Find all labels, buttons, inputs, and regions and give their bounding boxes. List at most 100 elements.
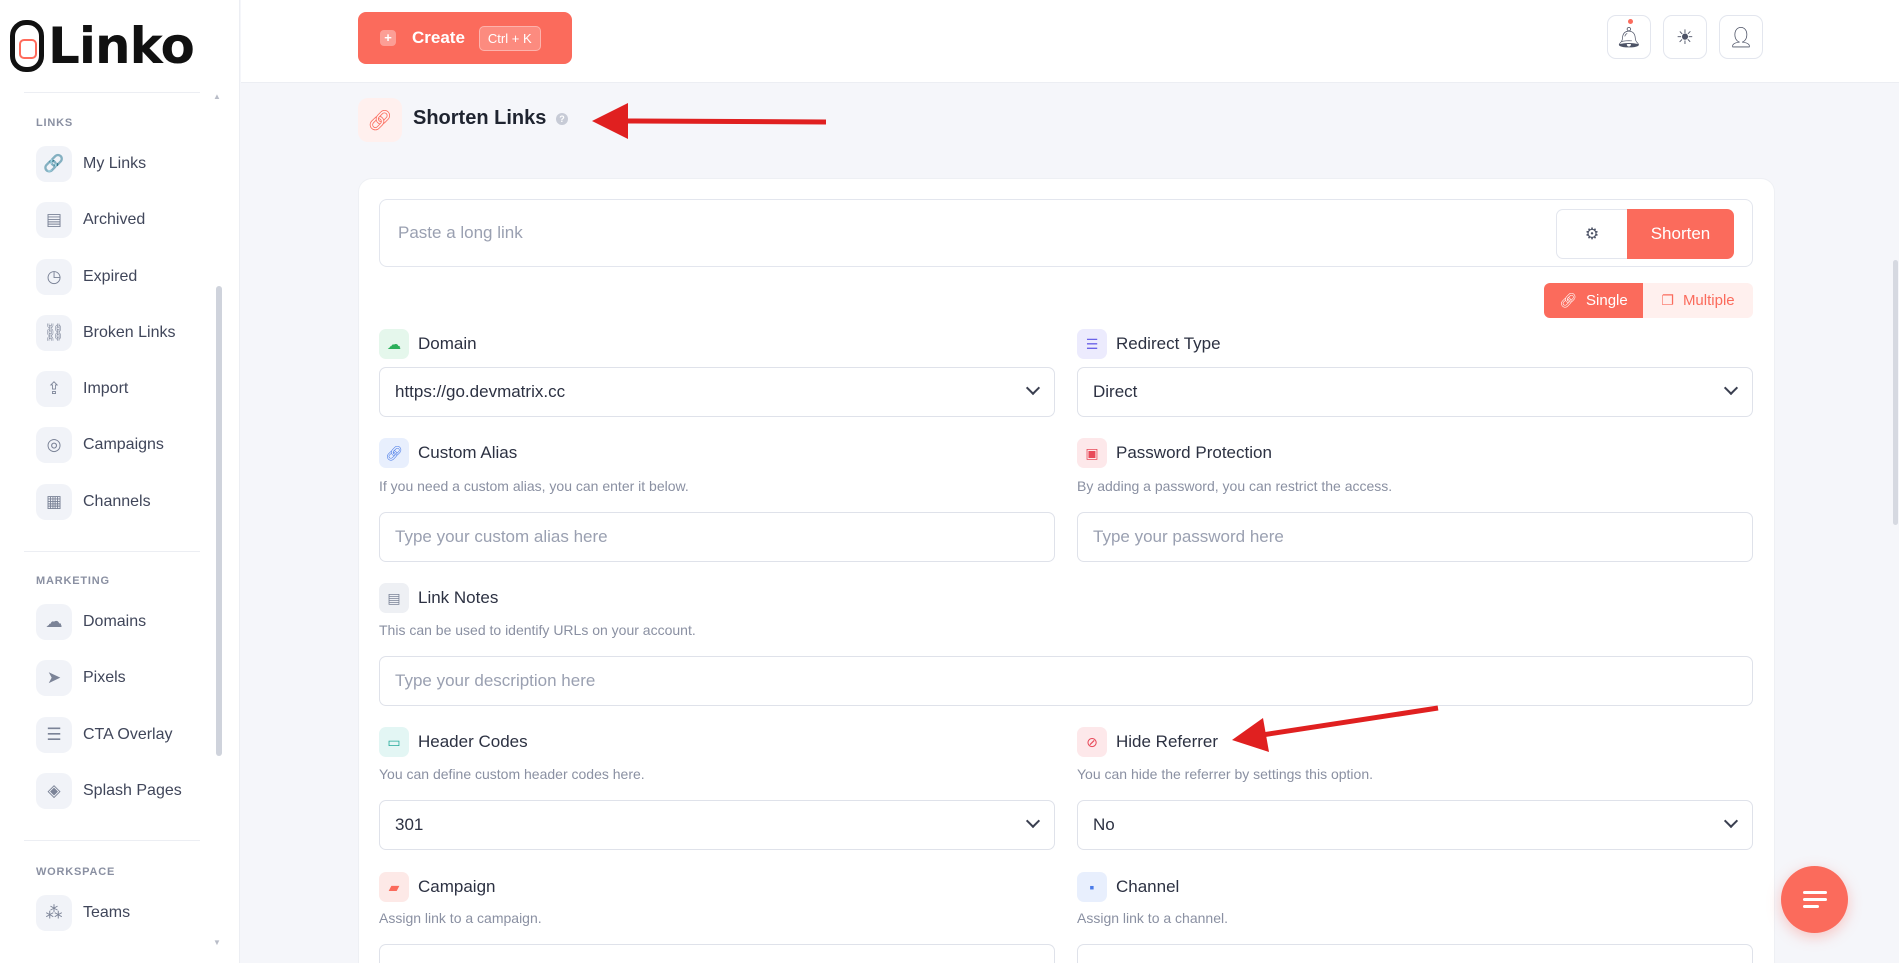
annotation-arrow-title bbox=[592, 103, 827, 139]
lock-icon: ▣ bbox=[1077, 438, 1107, 468]
plus-icon: + bbox=[380, 30, 396, 46]
header-codes-value: 301 bbox=[395, 815, 424, 834]
sidebar-item-label: Campaigns bbox=[83, 436, 164, 453]
sidebar-item-channels[interactable]: ▦ Channels bbox=[36, 482, 151, 522]
sidebar-item-label: Channels bbox=[83, 493, 151, 510]
mode-single-label: Single bbox=[1586, 292, 1628, 309]
header-codes-label-text: Header Codes bbox=[418, 732, 528, 751]
custom-alias-label-text: Custom Alias bbox=[418, 443, 518, 462]
sidebar-item-label: My Links bbox=[83, 155, 147, 172]
section-title-workspace: WORKSPACE bbox=[36, 866, 116, 878]
hide-referrer-help: You can hide the referrer by settings th… bbox=[1077, 766, 1373, 782]
link-notes-label-text: Link Notes bbox=[418, 588, 499, 607]
chevron-down-icon bbox=[1723, 813, 1739, 829]
hide-referrer-value: No bbox=[1093, 815, 1115, 834]
copy-icon: ❐ bbox=[1661, 292, 1674, 308]
logo-mark-icon bbox=[10, 20, 44, 72]
link-notes-label: ▤ Link Notes bbox=[379, 583, 498, 613]
notification-dot bbox=[1628, 19, 1633, 24]
user-icon: 👤︎ bbox=[1728, 26, 1754, 49]
password-protection-label: ▣ Password Protection bbox=[1077, 438, 1272, 468]
import-icon: ⇪ bbox=[36, 371, 72, 407]
sidebar-item-label: Import bbox=[83, 380, 129, 397]
chevron-down-icon bbox=[1723, 380, 1739, 396]
notes-icon: ▤ bbox=[379, 583, 409, 613]
channel-label-text: Channel bbox=[1116, 877, 1180, 896]
sidebar-item-pixels[interactable]: ➤ Pixels bbox=[36, 658, 126, 698]
scroll-up-arrow[interactable]: ▲ bbox=[213, 92, 221, 101]
campaign-select[interactable] bbox=[379, 944, 1055, 963]
password-help: By adding a password, you can restrict t… bbox=[1077, 478, 1393, 494]
channel-help: Assign link to a channel. bbox=[1077, 910, 1228, 926]
eye-off-icon: ⊘ bbox=[1077, 727, 1107, 757]
long-link-input[interactable] bbox=[398, 218, 1548, 248]
chevron-down-icon bbox=[1025, 380, 1041, 396]
scroll-down-arrow[interactable]: ▼ bbox=[213, 938, 221, 947]
shorten-button[interactable]: Shorten bbox=[1627, 209, 1734, 259]
sidebar-item-label: Domains bbox=[83, 613, 147, 630]
redirect-type-value: Direct bbox=[1093, 382, 1138, 401]
sidebar: Linko ▲ ▼ LINKS 🔗 My Links ▤ Archived ◷ … bbox=[0, 0, 240, 963]
menu-line bbox=[1802, 905, 1819, 908]
link-icon: 🔗︎ bbox=[358, 98, 402, 142]
custom-alias-input[interactable] bbox=[379, 512, 1055, 562]
help-icon[interactable]: ? bbox=[556, 113, 568, 125]
brand-logo[interactable]: Linko bbox=[10, 14, 195, 78]
theme-toggle-button[interactable]: ☀ bbox=[1663, 15, 1707, 59]
sidebar-divider bbox=[24, 840, 200, 841]
menu-line bbox=[1802, 898, 1827, 901]
link-icon: 🔗︎ bbox=[379, 438, 409, 468]
create-button[interactable]: + Create Ctrl + K bbox=[358, 12, 572, 64]
domain-value: https://go.devmatrix.cc bbox=[395, 382, 566, 401]
sidebar-item-label: Expired bbox=[83, 268, 138, 285]
grid-icon: ▦ bbox=[36, 484, 72, 520]
hide-referrer-select[interactable]: No bbox=[1077, 800, 1753, 850]
hide-referrer-label: ⊘ Hide Referrer bbox=[1077, 727, 1218, 757]
sidebar-item-teams[interactable]: ⁂ Teams bbox=[36, 893, 130, 933]
sidebar-item-splash-pages[interactable]: ◈ Splash Pages bbox=[36, 771, 182, 811]
sidebar-divider bbox=[24, 92, 200, 93]
sidebar-item-campaigns[interactable]: ◎ Campaigns bbox=[36, 425, 164, 465]
domain-select[interactable]: https://go.devmatrix.cc bbox=[379, 367, 1055, 417]
link-icon: 🔗︎ bbox=[1559, 292, 1578, 308]
menu-fab-button[interactable] bbox=[1781, 866, 1848, 933]
sidebar-item-my-links[interactable]: 🔗 My Links bbox=[36, 144, 146, 184]
header-codes-select[interactable]: 301 bbox=[379, 800, 1055, 850]
notifications-button[interactable]: 🔔︎ bbox=[1607, 15, 1651, 59]
link-notes-help: This can be used to identify URLs on you… bbox=[379, 622, 696, 638]
mode-multiple-button[interactable]: ❐ Multiple bbox=[1643, 283, 1753, 318]
main-scrollbar[interactable] bbox=[1893, 260, 1898, 525]
layers-icon: ◈ bbox=[36, 773, 72, 809]
mode-single-button[interactable]: 🔗︎ Single bbox=[1544, 283, 1643, 318]
create-label: Create bbox=[412, 28, 465, 47]
link-settings-button[interactable]: ⚙ bbox=[1556, 209, 1628, 259]
sidebar-item-expired[interactable]: ◷ Expired bbox=[36, 257, 137, 297]
gear-icon: ⚙ bbox=[1584, 226, 1600, 243]
brand-name: Linko bbox=[48, 17, 195, 75]
description-input[interactable] bbox=[379, 656, 1753, 706]
header-codes-label: ▭ Header Codes bbox=[379, 727, 528, 757]
hide-referrer-label-text: Hide Referrer bbox=[1116, 732, 1219, 751]
compass-icon: ➤ bbox=[36, 660, 72, 696]
password-input[interactable] bbox=[1077, 512, 1753, 562]
domain-label-text: Domain bbox=[418, 334, 477, 353]
channel-select[interactable] bbox=[1077, 944, 1753, 963]
channel-label: ▪ Channel bbox=[1077, 872, 1179, 902]
sidebar-item-cta-overlay[interactable]: ☰ CTA Overlay bbox=[36, 715, 173, 755]
sidebar-item-domains[interactable]: ☁ Domains bbox=[36, 602, 146, 642]
bell-icon: 🔔︎ bbox=[1616, 26, 1642, 49]
sidebar-item-label: Pixels bbox=[83, 669, 126, 686]
sidebar-item-label: Broken Links bbox=[83, 324, 176, 341]
sidebar-item-broken-links[interactable]: ⛓ Broken Links bbox=[36, 313, 176, 353]
sidebar-item-import[interactable]: ⇪ Import bbox=[36, 369, 128, 409]
document-icon: ☰ bbox=[36, 717, 72, 753]
sidebar-item-archived[interactable]: ▤ Archived bbox=[36, 200, 145, 240]
page-title: Shorten Links bbox=[413, 107, 547, 129]
campaign-label-text: Campaign bbox=[418, 877, 496, 896]
sun-icon: ☀ bbox=[1676, 26, 1694, 49]
redirect-type-select[interactable]: Direct bbox=[1077, 367, 1753, 417]
link-icon: 🔗 bbox=[36, 146, 72, 182]
redirect-type-label: ☰ Redirect Type bbox=[1077, 329, 1221, 359]
user-menu-button[interactable]: 👤︎ bbox=[1719, 15, 1763, 59]
sidebar-scrollbar[interactable] bbox=[216, 286, 222, 756]
